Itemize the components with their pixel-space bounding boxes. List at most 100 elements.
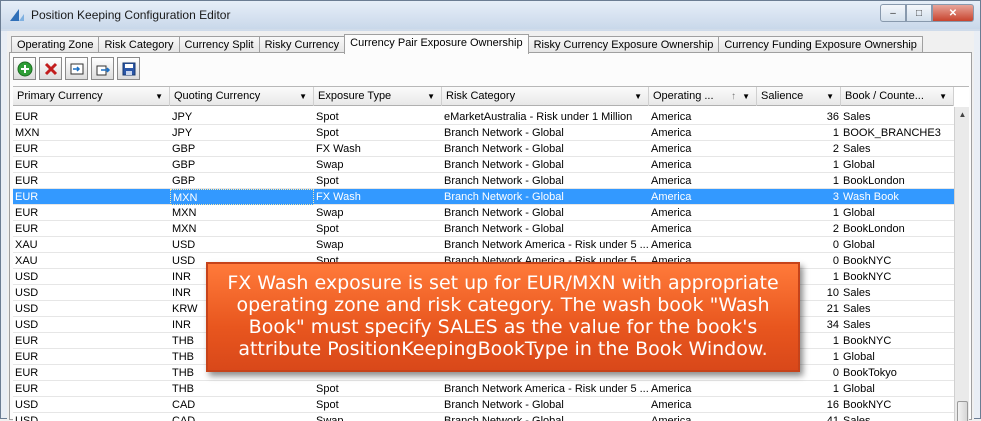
col-exposure-type[interactable]: Exposure Type ▼ [314,87,442,106]
table-cell[interactable]: 16 [757,397,841,413]
col-quoting-currency[interactable]: Quoting Currency ▼ [170,87,314,106]
table-cell[interactable]: EUR [13,205,170,221]
table-cell[interactable]: Swap [314,237,442,253]
table-cell[interactable]: EUR [13,189,170,205]
chevron-down-icon[interactable]: ▼ [634,87,642,106]
table-cell[interactable]: America [649,237,757,253]
table-cell[interactable]: USD [13,269,170,285]
table-cell[interactable]: Global [841,205,954,221]
table-cell[interactable]: America [649,189,757,205]
table-cell[interactable]: JPY [170,125,314,141]
table-cell[interactable]: America [649,157,757,173]
table-cell[interactable]: America [649,141,757,157]
chevron-down-icon[interactable]: ▼ [742,87,750,106]
table-cell[interactable]: Sales [841,109,954,125]
table-cell[interactable]: Spot [314,381,442,397]
table-cell[interactable]: EUR [13,365,170,381]
tab-currency-split[interactable]: Currency Split [178,36,260,53]
table-cell[interactable]: XAU [13,237,170,253]
table-cell[interactable]: USD [13,413,170,421]
table-cell[interactable]: Swap [314,205,442,221]
col-risk-category[interactable]: Risk Category ▼ [442,87,649,106]
table-cell[interactable]: Branch Network - Global [442,189,649,205]
table-row[interactable]: EUR MXN Spot Branch Network - Global America… [13,221,954,237]
table-cell[interactable]: America [649,125,757,141]
table-cell[interactable]: Wash Book [841,189,954,205]
table-cell[interactable]: MXN [170,221,314,237]
table-cell[interactable]: 3 [757,189,841,205]
table-cell[interactable]: Branch Network - Global [442,221,649,237]
table-cell[interactable]: Sales [841,317,954,333]
table-row[interactable]: EUR GBP Swap Branch Network - Global America… [13,157,954,173]
table-cell[interactable]: EUR [13,381,170,397]
table-cell[interactable]: Spot [314,109,442,125]
table-cell[interactable]: Global [841,349,954,365]
minimize-button[interactable]: – [880,4,906,22]
table-cell[interactable]: USD [13,285,170,301]
table-cell[interactable]: Global [841,157,954,173]
table-cell[interactable]: Branch Network - Global [442,173,649,189]
col-primary-currency[interactable]: Primary Currency ▼ [13,87,170,106]
table-row[interactable]: USD CAD Spot Branch Network - Global America… [13,397,954,413]
table-cell[interactable]: Spot [314,221,442,237]
table-cell[interactable]: Branch Network America - Risk under 5 ..… [442,237,649,253]
table-cell[interactable]: 2 [757,141,841,157]
table-cell[interactable]: EUR [13,173,170,189]
table-cell[interactable]: America [649,381,757,397]
table-cell[interactable]: Branch Network - Global [442,397,649,413]
scroll-thumb[interactable] [957,401,968,421]
chevron-down-icon[interactable]: ▼ [826,87,834,106]
table-cell[interactable]: Branch Network - Global [442,413,649,421]
tab-currency-pair-exposure-ownership[interactable]: Currency Pair Exposure Ownership [344,34,529,54]
table-cell[interactable]: EUR [13,141,170,157]
table-cell[interactable]: Sales [841,141,954,157]
table-cell[interactable]: Sales [841,413,954,421]
table-cell[interactable]: CAD [170,413,314,421]
table-cell[interactable]: USD [170,237,314,253]
table-row[interactable]: MXN JPY Spot Branch Network - Global America… [13,125,954,141]
table-cell[interactable]: BookNYC [841,253,954,269]
table-cell[interactable]: CAD [170,397,314,413]
table-row[interactable]: XAU USD Swap Branch Network America - Risk … [13,237,954,253]
table-row[interactable]: EUR THB Spot Branch Network America - Risk … [13,381,954,397]
add-button[interactable] [13,57,36,80]
table-cell[interactable]: Swap [314,413,442,421]
tab-risky-currency-exposure-ownership[interactable]: Risky Currency Exposure Ownership [527,36,720,53]
tab-risky-currency[interactable]: Risky Currency [258,36,346,53]
export-button[interactable] [91,57,114,80]
table-cell[interactable]: USD [13,301,170,317]
table-cell[interactable]: GBP [170,157,314,173]
table-cell[interactable]: Swap [314,157,442,173]
table-cell[interactable]: EUR [13,349,170,365]
import-button[interactable] [65,57,88,80]
table-cell[interactable]: EUR [13,221,170,237]
table-cell[interactable]: GBP [170,141,314,157]
table-cell[interactable]: Branch Network - Global [442,141,649,157]
table-cell[interactable]: USD [13,397,170,413]
table-cell[interactable]: EUR [13,109,170,125]
table-row[interactable]: USD CAD Swap Branch Network - Global America… [13,413,954,421]
table-cell[interactable]: BOOK_BRANCHE3 [841,125,954,141]
table-cell[interactable]: Global [841,237,954,253]
scroll-up-icon[interactable]: ▲ [955,107,969,122]
table-cell[interactable]: America [649,205,757,221]
maximize-button[interactable]: □ [906,4,932,22]
table-cell[interactable]: FX Wash [314,189,442,205]
vertical-scrollbar[interactable]: ▲ [954,107,969,421]
chevron-down-icon[interactable]: ▼ [939,87,947,106]
col-operating-zone[interactable]: Operating ... ↑ ▼ [649,87,757,106]
table-cell[interactable]: 2 [757,221,841,237]
table-cell[interactable]: Global [841,381,954,397]
table-cell[interactable]: THB [170,381,314,397]
tab-currency-funding-exposure-ownership[interactable]: Currency Funding Exposure Ownership [718,36,923,53]
table-row[interactable]: EUR MXN FX Wash Branch Network - Global Amer… [13,189,954,205]
table-cell[interactable]: 1 [757,381,841,397]
table-cell[interactable]: 0 [757,237,841,253]
table-row[interactable]: EUR GBP FX Wash Branch Network - Global Amer… [13,141,954,157]
table-cell[interactable]: eMarketAustralia - Risk under 1 Million [442,109,649,125]
table-cell[interactable]: BookNYC [841,333,954,349]
tab-operating-zone[interactable]: Operating Zone [11,36,100,53]
table-cell[interactable]: BookTokyo [841,365,954,381]
table-cell[interactable]: GBP [170,173,314,189]
col-salience[interactable]: Salience ▼ [757,87,841,106]
